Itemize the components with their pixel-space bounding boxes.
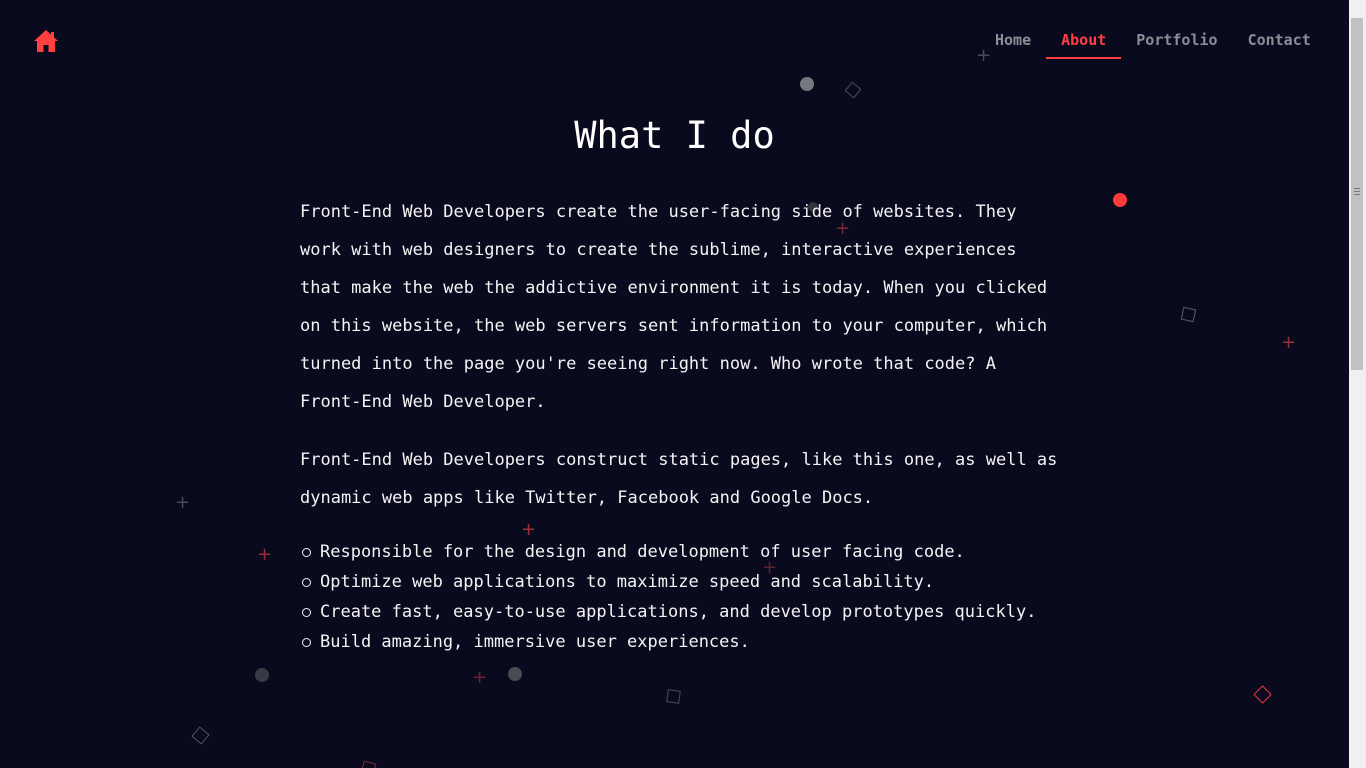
vertical-scrollbar[interactable] [1349,0,1366,768]
list-item-text: Responsible for the design and developme… [320,542,965,562]
skills-list: Responsible for the design and developme… [300,537,1060,657]
particle-plus: + [257,544,273,565]
list-item-text: Build amazing, immersive user experience… [320,632,750,652]
nav-about[interactable]: About [1046,30,1122,59]
list-item: Build amazing, immersive user experience… [300,627,1060,657]
particle-plus: + [1281,332,1297,353]
particle-dot [800,77,814,91]
list-item: Create fast, easy-to-use applications, a… [300,597,1060,627]
intro-paragraph: Front-End Web Developers create the user… [300,202,1048,412]
main-nav: Home About Portfolio Contact [980,30,1326,59]
nav-portfolio[interactable]: Portfolio [1121,30,1232,59]
particle-square [360,760,377,768]
page-title: What I do [574,114,775,157]
particle-square [191,726,210,745]
grip-line [1354,188,1360,189]
particle-dot [508,667,522,681]
list-item: Optimize web applications to maximize sp… [300,567,1060,597]
home-icon[interactable] [33,29,59,53]
secondary-paragraph: Front-End Web Developers construct stati… [300,450,1058,508]
grip-line [1354,191,1360,192]
nav-home[interactable]: Home [980,30,1046,59]
particle-dot [255,668,269,682]
list-item: Responsible for the design and developme… [300,537,1060,567]
particle-dot [1113,193,1127,207]
circle-bullet-icon [302,547,311,557]
circle-bullet-icon [302,577,311,587]
particle-square [1180,306,1197,323]
nav-contact[interactable]: Contact [1233,30,1326,59]
particle-plus: + [175,492,191,513]
list-item-text: Create fast, easy-to-use applications, a… [320,602,1037,622]
list-item-text: Optimize web applications to maximize sp… [320,572,935,592]
circle-bullet-icon [302,637,311,647]
about-content: Front-End Web Developers create the user… [300,193,1060,657]
circle-bullet-icon [302,607,311,617]
particle-plus: + [472,667,488,688]
particle-square [666,689,681,704]
scrollbar-thumb[interactable] [1351,18,1363,370]
grip-line [1354,194,1360,195]
page: + + + + + + + + Home About Portfolio Con… [0,0,1349,768]
particle-square [1253,685,1272,704]
particle-square [844,81,862,99]
